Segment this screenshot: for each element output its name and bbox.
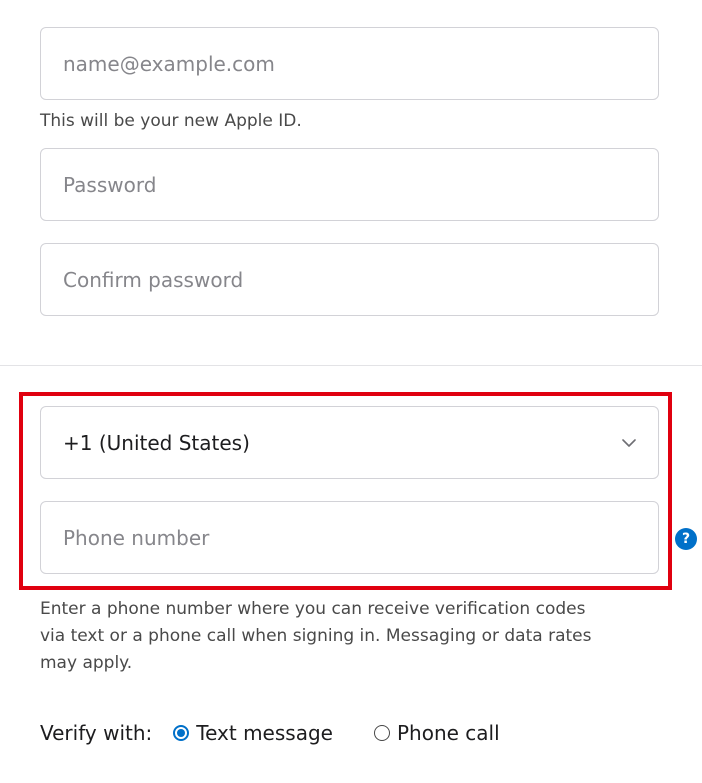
phone-helper-line: via text or a phone call when signing in… bbox=[40, 626, 592, 646]
radio-option-text-message[interactable]: Text message bbox=[173, 721, 333, 745]
section-divider bbox=[0, 365, 702, 366]
confirm-password-placeholder: Confirm password bbox=[63, 267, 244, 292]
help-icon[interactable]: ? bbox=[675, 528, 697, 550]
country-code-value: +1 (United States) bbox=[63, 430, 250, 455]
phone-helper-text: Enter a phone number where you can recei… bbox=[40, 596, 591, 677]
chevron-down-icon bbox=[622, 438, 636, 447]
phone-number-field[interactable]: Phone number bbox=[40, 501, 659, 574]
phone-call-label: Phone call bbox=[396, 721, 500, 745]
text-message-radio[interactable] bbox=[173, 725, 190, 741]
email-helper-text: This will be your new Apple ID. bbox=[40, 111, 302, 131]
confirm-password-field[interactable]: Confirm password bbox=[40, 243, 659, 316]
phone-call-radio[interactable] bbox=[373, 725, 390, 741]
verify-with-label: Verify with: bbox=[40, 721, 153, 745]
password-placeholder: Password bbox=[63, 172, 157, 197]
phone-number-placeholder: Phone number bbox=[63, 525, 210, 550]
password-field[interactable]: Password bbox=[40, 148, 659, 221]
verify-with-row: Verify with: Text message Phone call bbox=[40, 718, 500, 748]
email-field[interactable]: name@example.com bbox=[40, 27, 659, 100]
phone-helper-line: may apply. bbox=[40, 653, 133, 673]
radio-option-phone-call[interactable]: Phone call bbox=[373, 721, 500, 745]
text-message-label: Text message bbox=[196, 721, 333, 745]
phone-helper-line: Enter a phone number where you can recei… bbox=[40, 599, 586, 619]
country-code-select[interactable]: +1 (United States) bbox=[40, 406, 659, 479]
email-placeholder: name@example.com bbox=[63, 51, 275, 76]
apple-id-signup-form: name@example.com This will be your new A… bbox=[0, 0, 702, 783]
